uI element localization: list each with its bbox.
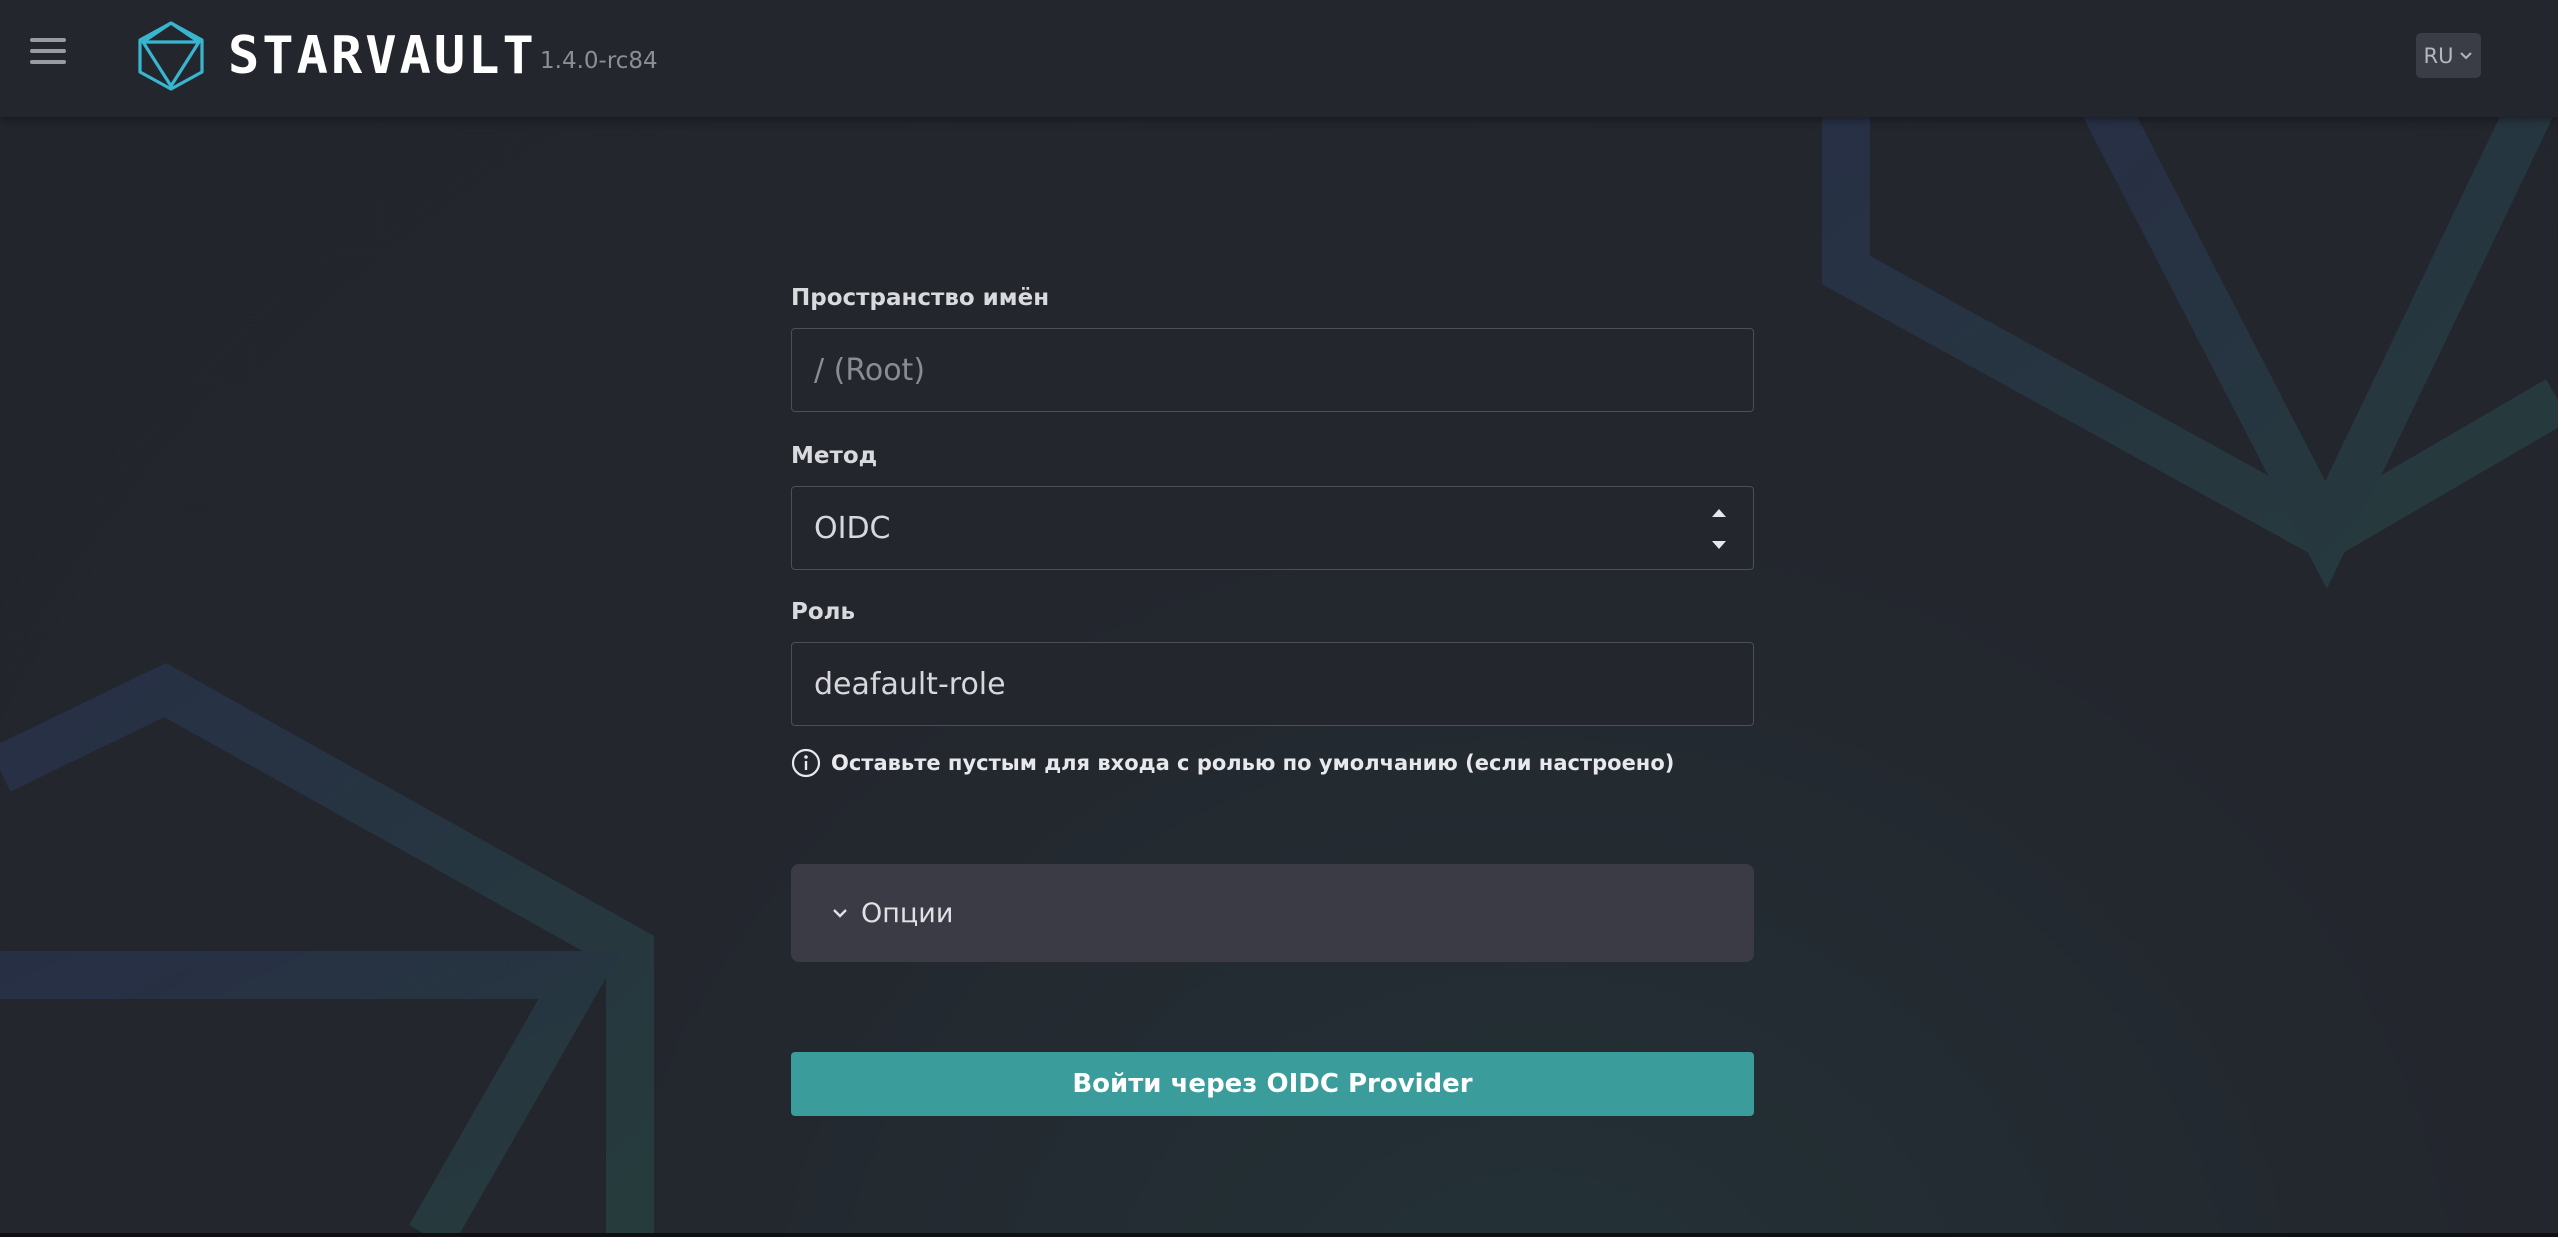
language-label: RU [2423,43,2454,68]
oidc-login-button[interactable]: Войти через OIDC Provider [791,1052,1754,1116]
role-field[interactable] [791,642,1754,726]
method-label: Метод [791,443,878,469]
menu-icon[interactable] [26,38,72,72]
options-label: Опции [861,897,954,929]
role-hint-text: Оставьте пустым для входа с ролью по умо… [831,751,1675,775]
version-label: 1.4.0-rc84 [540,48,658,74]
top-header: STARVAULT 1.4.0-rc84 RU [0,0,2558,117]
logo-icon [138,21,204,91]
bottom-edge [0,1233,2558,1237]
namespace-input[interactable] [814,329,1753,411]
login-page: STARVAULT 1.4.0-rc84 RU Пространство имё… [0,0,2558,1237]
namespace-field[interactable] [791,328,1754,412]
login-form: Пространство имён Метод OIDC Роль Оставь… [791,280,1754,1116]
method-value: OIDC [814,510,891,546]
role-hint: Оставьте пустым для входа с ролью по умо… [791,748,1754,778]
options-toggle[interactable]: Опции [791,864,1754,962]
info-icon [791,748,821,778]
namespace-label: Пространство имён [791,285,1050,311]
sort-arrows-icon [1712,509,1726,549]
role-input[interactable] [814,643,1753,725]
chevron-down-icon [833,909,847,918]
chevron-down-icon [2460,51,2473,59]
language-selector[interactable]: RU [2416,33,2481,78]
brand-name: STARVAULT [228,26,537,86]
method-select[interactable]: OIDC [791,486,1754,570]
role-label: Роль [791,599,856,625]
